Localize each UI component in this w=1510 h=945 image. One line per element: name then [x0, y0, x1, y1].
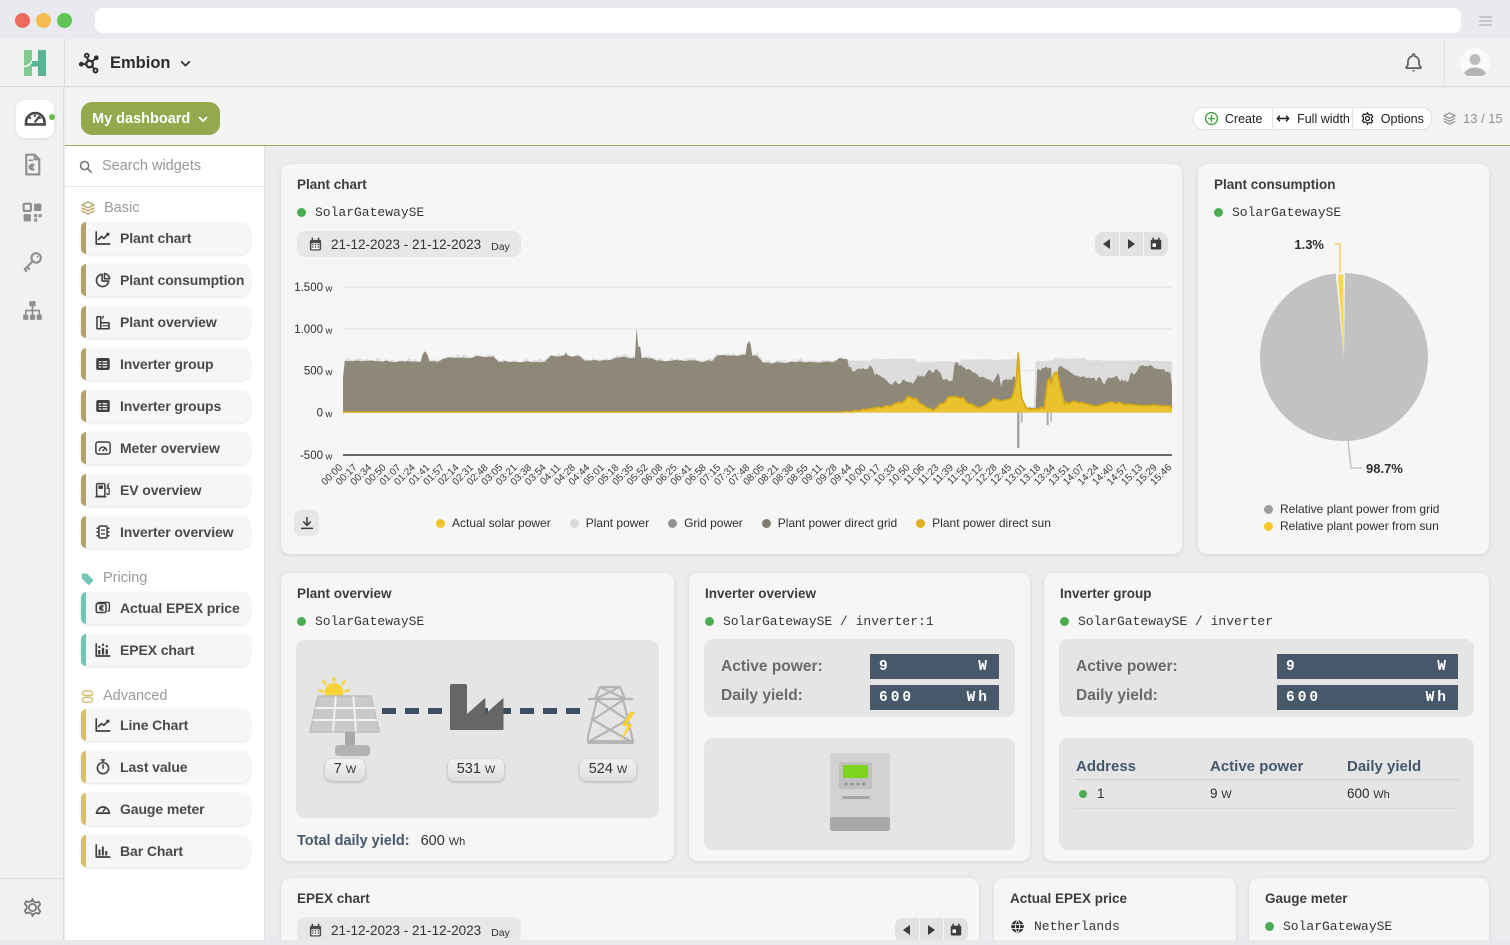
svg-text:1.000: 1.000 [294, 324, 323, 336]
svg-text:w: w [325, 284, 333, 295]
svg-text:500: 500 [304, 366, 323, 378]
svg-text:-500: -500 [300, 450, 323, 462]
svg-text:w: w [325, 452, 333, 463]
svg-text:w: w [325, 326, 333, 337]
svg-text:w: w [325, 409, 333, 420]
svg-text:w: w [325, 367, 333, 378]
svg-text:0: 0 [317, 408, 323, 420]
svg-text:1.500: 1.500 [294, 282, 323, 294]
svg-text:98.7%: 98.7% [1366, 461, 1403, 476]
svg-text:1.3%: 1.3% [1294, 237, 1324, 252]
